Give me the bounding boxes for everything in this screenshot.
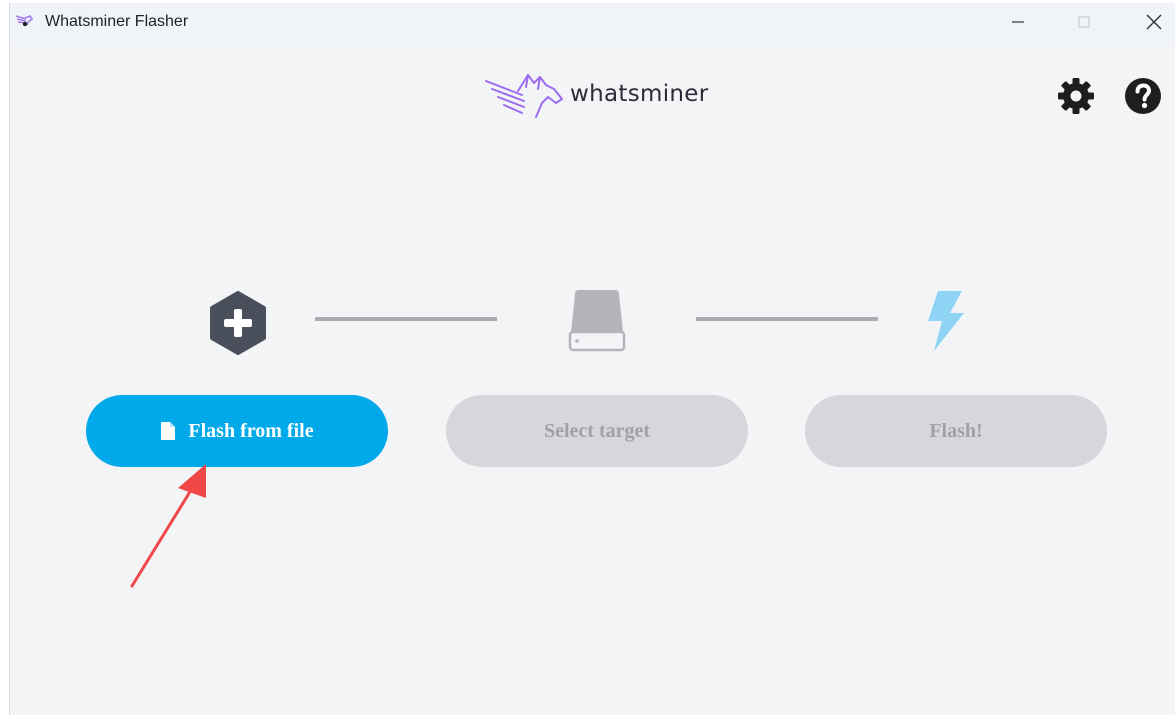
close-button[interactable] <box>1134 7 1174 37</box>
step-source-icon <box>208 291 268 355</box>
step-flash-icon <box>922 289 968 353</box>
select-target-button[interactable]: Select target <box>446 395 748 467</box>
settings-button[interactable] <box>1056 76 1096 116</box>
flash-from-file-label: Flash from file <box>188 419 314 442</box>
question-icon <box>1125 78 1161 114</box>
whatsminer-logo: whatsminer <box>482 69 722 121</box>
lightning-icon <box>928 291 964 351</box>
minimize-icon <box>1012 21 1024 23</box>
file-icon <box>160 421 176 441</box>
window-title: Whatsminer Flasher <box>45 13 189 30</box>
logo-text: whatsminer <box>570 81 709 107</box>
step-connector <box>696 317 878 321</box>
maximize-icon <box>1078 16 1090 28</box>
app-logo-icon <box>14 13 34 29</box>
flash-from-file-button[interactable]: Flash from file <box>86 395 388 467</box>
flash-button[interactable]: Flash! <box>805 395 1107 467</box>
plus-hexagon-icon <box>210 291 266 355</box>
step-connector <box>315 317 497 321</box>
maximize-button[interactable] <box>1064 7 1104 37</box>
help-button[interactable] <box>1123 76 1163 116</box>
minimize-button[interactable] <box>998 7 1038 37</box>
close-icon <box>1146 14 1162 30</box>
horse-logo-icon <box>485 74 563 118</box>
flash-label: Flash! <box>929 419 983 442</box>
drive-icon <box>568 290 626 352</box>
select-target-label: Select target <box>543 419 651 442</box>
gear-icon <box>1058 78 1094 114</box>
title-bar: Whatsminer Flasher <box>10 3 1175 43</box>
step-target-icon <box>565 288 629 356</box>
annotation-arrow-icon <box>130 464 206 588</box>
app-window: Whatsminer Flasher whatsminer Flash from… <box>9 3 1175 715</box>
